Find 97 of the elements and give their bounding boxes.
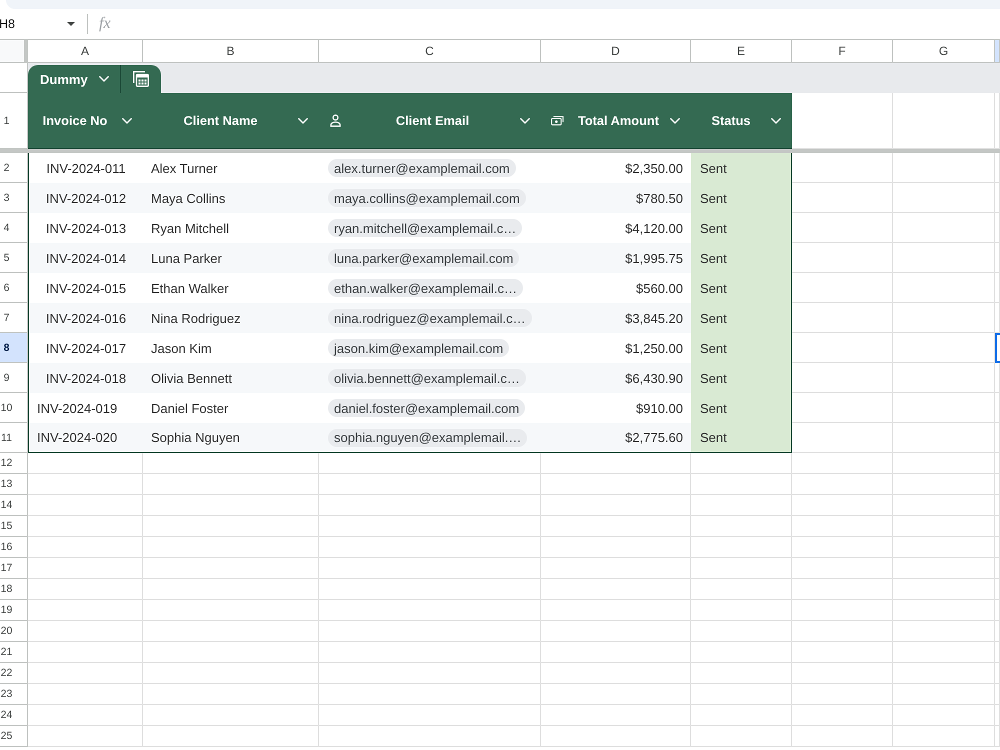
row-header[interactable]: 10 <box>0 393 28 423</box>
column-title: Total Amount <box>578 113 660 128</box>
client-name: Ethan Walker <box>151 280 229 296</box>
invoice-number: INV-2024-019 <box>37 400 118 416</box>
amount: $1,250.00 <box>625 340 683 356</box>
caret-down-icon[interactable] <box>67 22 75 26</box>
client-name: Maya Collins <box>151 190 226 206</box>
email-chip[interactable]: jason.kim@examplemail.com <box>328 339 510 357</box>
status-cell: Sent <box>691 243 791 273</box>
email-chip[interactable]: maya.collins@examplemail.com <box>328 189 526 207</box>
invoice-number: INV-2024-012 <box>46 190 126 206</box>
row-header[interactable]: 13 <box>0 474 28 495</box>
empty-cell[interactable] <box>995 93 1000 149</box>
cell-selection[interactable] <box>995 333 1000 363</box>
email-chip[interactable]: ethan.walker@examplemail.c… <box>328 279 523 297</box>
client-name: Olivia Bennett <box>151 370 232 386</box>
row-header[interactable]: 1 <box>0 93 28 149</box>
amount: $780.50 <box>636 190 683 206</box>
column-title: Invoice No <box>42 113 108 128</box>
client-name: Nina Rodriguez <box>151 310 241 326</box>
amount: $1,995.75 <box>625 250 683 266</box>
client-name: Alex Turner <box>151 160 218 176</box>
email-chip[interactable]: daniel.foster@examplemail.com <box>328 399 526 417</box>
invoice-number: INV-2024-011 <box>46 160 126 176</box>
row-header[interactable]: 23 <box>0 684 28 705</box>
row-header[interactable]: 7 <box>0 303 28 333</box>
amount: $2,350.00 <box>625 160 683 176</box>
row-header[interactable]: 6 <box>0 273 28 303</box>
row-header[interactable]: 11 <box>0 423 28 453</box>
person-icon <box>330 114 341 127</box>
row-header[interactable]: 22 <box>0 663 28 684</box>
row-header[interactable]: 2 <box>0 153 28 183</box>
row-header[interactable]: 8 <box>0 333 28 363</box>
status-cell: Sent <box>691 303 791 333</box>
row-header[interactable]: 15 <box>0 516 28 537</box>
row-header[interactable]: 17 <box>0 558 28 579</box>
email-chip[interactable]: nina.rodriguez@examplemail.c… <box>328 309 532 327</box>
fx-label: fx <box>99 15 111 33</box>
row-header[interactable]: 16 <box>0 537 28 558</box>
row-header[interactable]: 24 <box>0 705 28 726</box>
client-name: Sophia Nguyen <box>151 430 240 445</box>
column-header[interactable] <box>995 40 1000 62</box>
column-title: Client Email <box>396 113 470 128</box>
row-header[interactable]: 9 <box>0 363 28 393</box>
invoice-number: INV-2024-020 <box>37 430 118 445</box>
table-name-button[interactable]: Dummy <box>28 65 120 93</box>
email-chip[interactable]: olivia.bennett@examplemail.c… <box>328 369 526 387</box>
email-chip[interactable]: sophia.nguyen@examplemail.… <box>328 428 528 446</box>
amount: $4,120.00 <box>625 220 683 236</box>
amount: $3,845.20 <box>625 310 683 326</box>
status-cell: Sent <box>691 153 791 183</box>
status-cell: Sent <box>691 363 791 393</box>
invoice-number: INV-2024-014 <box>46 250 126 266</box>
invoice-number: INV-2024-016 <box>46 310 126 326</box>
chevron-down-icon[interactable] <box>298 118 308 124</box>
amount: $910.00 <box>636 400 683 416</box>
status-cell: Sent <box>691 273 791 303</box>
email-chip[interactable]: alex.turner@examplemail.com <box>328 159 516 177</box>
row-header[interactable]: 20 <box>0 621 28 642</box>
row-header[interactable]: 5 <box>0 243 28 273</box>
column-title: Client Name <box>184 113 258 128</box>
invoice-number: INV-2024-013 <box>46 220 126 236</box>
status-cell: Sent <box>691 423 791 452</box>
email-chip[interactable]: luna.parker@examplemail.com <box>328 249 520 267</box>
chevron-down-icon[interactable] <box>520 118 530 124</box>
row-header[interactable]: 12 <box>0 453 28 474</box>
name-box[interactable]: H8 <box>0 13 87 35</box>
amount: $2,775.60 <box>625 430 683 445</box>
row-header[interactable]: 18 <box>0 579 28 600</box>
chevron-down-icon[interactable] <box>771 118 781 124</box>
row-header[interactable]: 4 <box>0 213 28 243</box>
column-title: Status <box>711 113 751 128</box>
row-header[interactable]: 19 <box>0 600 28 621</box>
row-header[interactable]: 14 <box>0 495 28 516</box>
calculator-icon <box>133 71 149 87</box>
chevron-down-icon[interactable] <box>670 118 680 124</box>
client-name: Daniel Foster <box>151 400 228 416</box>
status-cell: Sent <box>691 183 791 213</box>
banknote-icon <box>551 115 564 126</box>
client-name: Ryan Mitchell <box>151 220 230 236</box>
invoice-number: INV-2024-018 <box>46 370 126 386</box>
client-name: Luna Parker <box>151 250 222 266</box>
invoice-number: INV-2024-017 <box>46 340 126 356</box>
email-chip[interactable]: ryan.mitchell@examplemail.c… <box>328 219 522 237</box>
chevron-down-icon[interactable] <box>98 76 109 82</box>
status-cell: Sent <box>691 333 791 363</box>
invoice-number: INV-2024-015 <box>46 280 126 296</box>
amount: $6,430.90 <box>625 370 683 386</box>
chevron-down-icon[interactable] <box>122 118 132 124</box>
amount: $560.00 <box>636 280 683 296</box>
select-all-corner[interactable] <box>0 40 28 62</box>
status-cell: Sent <box>691 213 791 243</box>
status-cell: Sent <box>691 393 791 423</box>
client-name: Jason Kim <box>151 340 212 356</box>
row-header[interactable]: 25 <box>0 726 28 747</box>
row-header[interactable]: 21 <box>0 642 28 663</box>
row-header[interactable]: 3 <box>0 183 28 213</box>
